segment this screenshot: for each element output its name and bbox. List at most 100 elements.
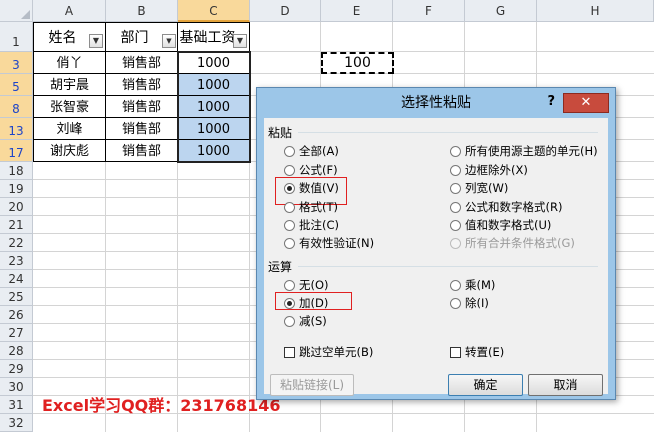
option-label: 有效性验证(N) bbox=[299, 236, 375, 250]
radio-paste-formulas[interactable]: 公式(F) bbox=[284, 162, 338, 178]
table-row-name[interactable]: 谢庆彪 bbox=[33, 139, 106, 162]
table-row-dept[interactable]: 销售部 bbox=[105, 73, 178, 96]
radio-paste-source-theme[interactable]: 所有使用源主题的单元(H) bbox=[450, 143, 598, 159]
row-header-8[interactable]: 8 bbox=[0, 96, 33, 118]
column-header-f[interactable]: F bbox=[393, 0, 465, 22]
radio-op-none[interactable]: 无(O) bbox=[284, 277, 329, 293]
table-row-name[interactable]: 俏丫 bbox=[33, 51, 106, 74]
row-header-3[interactable]: 3 bbox=[0, 52, 33, 74]
column-header-b[interactable]: B bbox=[106, 0, 178, 22]
row-header-23[interactable]: 23 bbox=[0, 252, 33, 270]
table-row-dept[interactable]: 销售部 bbox=[105, 51, 178, 74]
row-header-26[interactable]: 26 bbox=[0, 306, 33, 324]
table-row-salary[interactable]: 1000 bbox=[177, 139, 250, 162]
row-header-5[interactable]: 5 bbox=[0, 74, 33, 96]
row-header-27[interactable]: 27 bbox=[0, 324, 33, 342]
row-header-28[interactable]: 28 bbox=[0, 342, 33, 360]
select-all-corner[interactable] bbox=[0, 0, 33, 22]
paste-section-label: 粘贴 bbox=[268, 126, 293, 140]
dialog-body: 粘贴 全部(A) 公式(F) 数值(V) 格式(T) 批注(C) 有效性验证(N… bbox=[264, 118, 608, 396]
radio-paste-all[interactable]: 全部(A) bbox=[284, 143, 339, 159]
radio-paste-formats[interactable]: 格式(T) bbox=[284, 199, 338, 215]
option-label: 所有合并条件格式(G) bbox=[465, 236, 575, 250]
row-header-13[interactable]: 13 bbox=[0, 118, 33, 140]
radio-icon bbox=[284, 220, 295, 231]
row-header-21[interactable]: 21 bbox=[0, 216, 33, 234]
radio-paste-values-number-formats[interactable]: 值和数字格式(U) bbox=[450, 217, 551, 233]
paste-special-dialog: 选择性粘贴 ? ✕ 粘贴 全部(A) 公式(F) 数值(V) 格式(T) 批注(… bbox=[256, 87, 616, 400]
radio-paste-no-borders[interactable]: 边框除外(X) bbox=[450, 162, 528, 178]
filter-dropdown-icon[interactable]: ▼ bbox=[89, 34, 103, 48]
row-header-22[interactable]: 22 bbox=[0, 234, 33, 252]
option-label: 公式和数字格式(R) bbox=[465, 200, 563, 214]
option-label: 全部(A) bbox=[299, 144, 339, 158]
section-divider bbox=[298, 266, 598, 267]
table-row-name[interactable]: 刘峰 bbox=[33, 117, 106, 140]
option-label: 公式(F) bbox=[299, 163, 338, 177]
checkbox-skip-blanks[interactable]: 跳过空单元(B) bbox=[284, 344, 373, 360]
checkbox-transpose[interactable]: 转置(E) bbox=[450, 344, 504, 360]
table-row-salary[interactable]: 1000 bbox=[177, 51, 250, 74]
cancel-button[interactable]: 取消 bbox=[528, 374, 603, 396]
column-header-h[interactable]: H bbox=[537, 0, 654, 22]
operation-section-label: 运算 bbox=[268, 260, 293, 274]
radio-op-subtract[interactable]: 减(S) bbox=[284, 313, 327, 329]
table-row-name[interactable]: 胡宇晨 bbox=[33, 73, 106, 96]
row-header-24[interactable]: 24 bbox=[0, 270, 33, 288]
row-header-32[interactable]: 32 bbox=[0, 414, 33, 432]
row-header-1[interactable]: 1 bbox=[0, 22, 33, 52]
radio-op-divide[interactable]: 除(I) bbox=[450, 295, 489, 311]
column-header-e[interactable]: E bbox=[321, 0, 393, 22]
help-button[interactable]: ? bbox=[547, 94, 555, 109]
filter-dropdown-icon[interactable]: ▼ bbox=[233, 34, 247, 48]
radio-icon bbox=[284, 146, 295, 157]
radio-icon bbox=[450, 183, 461, 194]
option-label: 乘(M) bbox=[465, 278, 496, 292]
table-row-salary[interactable]: 1000 bbox=[177, 95, 250, 118]
radio-icon bbox=[284, 280, 295, 291]
highlight-box bbox=[275, 292, 352, 310]
table-row-dept[interactable]: 销售部 bbox=[105, 117, 178, 140]
column-header-g[interactable]: G bbox=[465, 0, 537, 22]
radio-paste-formulas-number-formats[interactable]: 公式和数字格式(R) bbox=[450, 199, 562, 215]
option-label: 格式(T) bbox=[299, 200, 338, 214]
table-row-name[interactable]: 张智豪 bbox=[33, 95, 106, 118]
option-label: 无(O) bbox=[299, 278, 329, 292]
column-header-d[interactable]: D bbox=[250, 0, 321, 22]
row-header-30[interactable]: 30 bbox=[0, 378, 33, 396]
radio-op-multiply[interactable]: 乘(M) bbox=[450, 277, 495, 293]
ok-button[interactable]: 确定 bbox=[448, 374, 523, 396]
column-header-c[interactable]: C bbox=[178, 0, 250, 22]
table-row-dept[interactable]: 销售部 bbox=[105, 95, 178, 118]
row-header-19[interactable]: 19 bbox=[0, 180, 33, 198]
radio-paste-comments[interactable]: 批注(C) bbox=[284, 217, 339, 233]
row-header-25[interactable]: 25 bbox=[0, 288, 33, 306]
column-header-a[interactable]: A bbox=[33, 0, 106, 22]
row-header-29[interactable]: 29 bbox=[0, 360, 33, 378]
filter-active-icon[interactable]: ▼ bbox=[162, 34, 176, 48]
option-label: 所有使用源主题的单元(H) bbox=[465, 144, 598, 158]
row-header-20[interactable]: 20 bbox=[0, 198, 33, 216]
radio-paste-validation[interactable]: 有效性验证(N) bbox=[284, 235, 374, 251]
radio-icon bbox=[450, 165, 461, 176]
option-label: 跳过空单元(B) bbox=[299, 345, 374, 359]
paste-link-button: 粘贴链接(L) bbox=[270, 374, 354, 396]
row-header-31[interactable]: 31 bbox=[0, 396, 33, 414]
dialog-title: 选择性粘贴 bbox=[401, 95, 471, 111]
table-row-salary[interactable]: 1000 bbox=[177, 73, 250, 96]
option-label: 减(S) bbox=[299, 314, 327, 328]
table-row-salary[interactable]: 1000 bbox=[177, 117, 250, 140]
radio-icon bbox=[450, 280, 461, 291]
close-button[interactable]: ✕ bbox=[563, 93, 609, 113]
radio-paste-column-widths[interactable]: 列宽(W) bbox=[450, 180, 508, 196]
radio-icon bbox=[450, 238, 461, 249]
option-label: 批注(C) bbox=[299, 218, 340, 232]
radio-icon bbox=[450, 298, 461, 309]
row-header-17[interactable]: 17 bbox=[0, 140, 33, 162]
copied-cell[interactable]: 100 bbox=[321, 52, 394, 74]
table-row-dept[interactable]: 销售部 bbox=[105, 139, 178, 162]
radio-icon bbox=[284, 316, 295, 327]
radio-icon bbox=[450, 146, 461, 157]
radio-icon bbox=[450, 220, 461, 231]
row-header-18[interactable]: 18 bbox=[0, 162, 33, 180]
